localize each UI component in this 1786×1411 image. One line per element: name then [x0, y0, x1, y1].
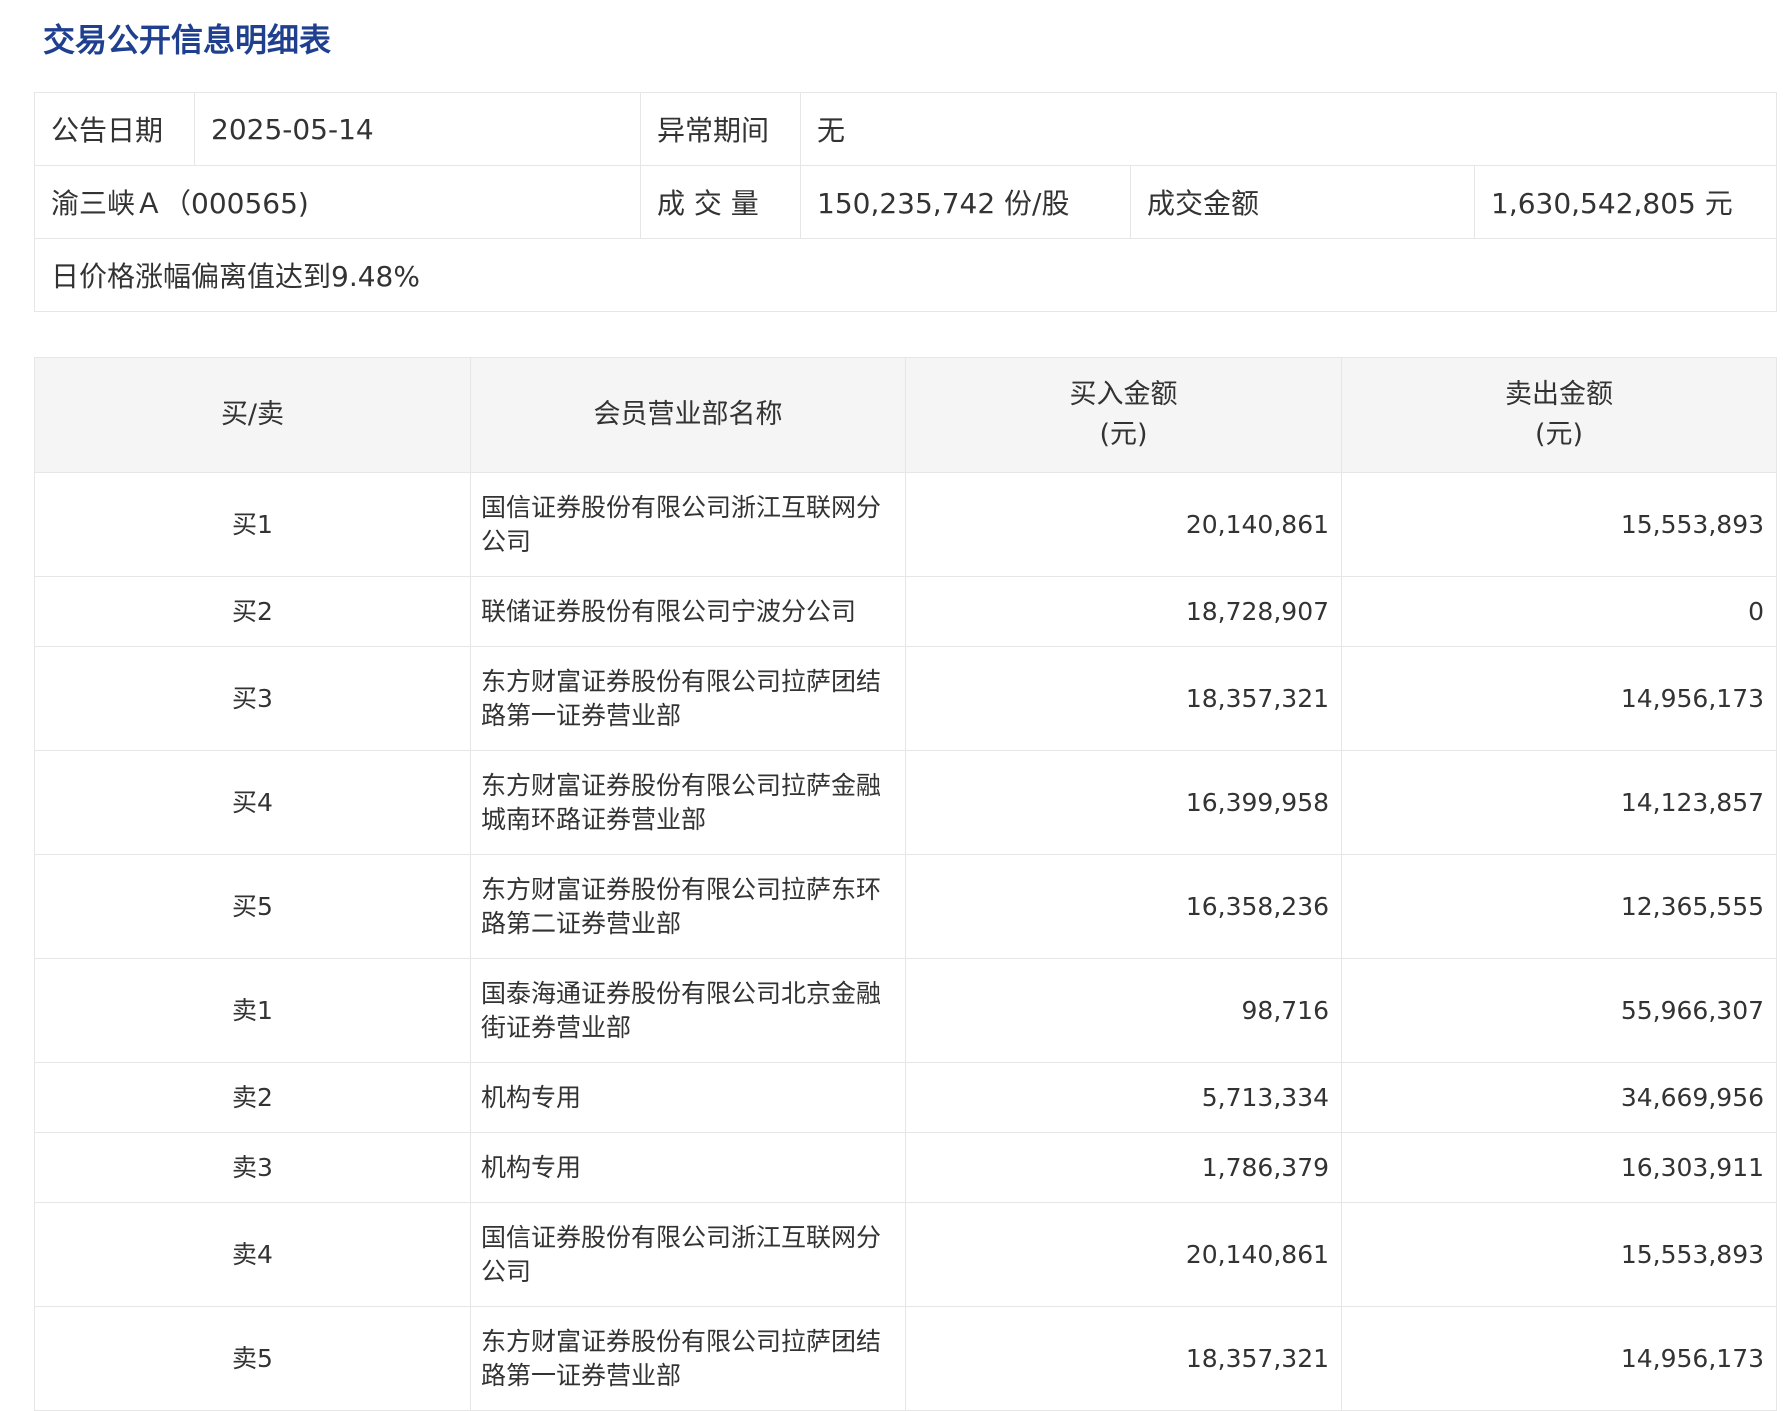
table-row: 买5 东方财富证券股份有限公司拉萨东环路第二证券营业部 16,358,236 1…: [34, 854, 1777, 959]
row-member-name: 机构专用: [470, 1062, 906, 1133]
table-row: 卖5 东方财富证券股份有限公司拉萨团结路第一证券营业部 18,357,321 1…: [34, 1306, 1777, 1411]
row-buy-amount: 20,140,861: [905, 472, 1342, 577]
row-side: 买5: [34, 854, 471, 959]
amount-value: 1,630,542,805 元: [1473, 165, 1778, 239]
row-buy-amount: 16,358,236: [905, 854, 1342, 959]
row-member-name: 东方财富证券股份有限公司拉萨团结路第一证券营业部: [470, 646, 906, 751]
trade-detail-table: 买/卖 会员营业部名称 买入金额 (元) 卖出金额 (元) 买1 国信证券股份有…: [34, 357, 1777, 1411]
row-buy-amount: 18,728,907: [905, 576, 1342, 647]
header-sell-amount-unit: (元): [1534, 419, 1584, 450]
table-row: 买2 联储证券股份有限公司宁波分公司 18,728,907 0: [34, 576, 1777, 647]
row-member-name: 国信证券股份有限公司浙江互联网分公司: [470, 472, 906, 577]
table-row: 卖2 机构专用 5,713,334 34,669,956: [34, 1062, 1777, 1133]
row-buy-amount: 18,357,321: [905, 1306, 1342, 1411]
abnormal-period-label: 异常期间: [640, 92, 801, 166]
row-side: 卖1: [34, 958, 471, 1063]
row-side: 买1: [34, 472, 471, 577]
row-buy-amount: 98,716: [905, 958, 1342, 1063]
table-row: 买4 东方财富证券股份有限公司拉萨金融城南环路证券营业部 16,399,958 …: [34, 750, 1777, 855]
row-side: 买4: [34, 750, 471, 855]
header-buy-amount-title: 买入金额: [1069, 379, 1178, 410]
row-buy-amount: 20,140,861: [905, 1202, 1342, 1307]
row-side: 卖4: [34, 1202, 471, 1307]
row-sell-amount: 0: [1341, 576, 1777, 647]
table-row: 卖3 机构专用 1,786,379 16,303,911: [34, 1132, 1777, 1203]
row-sell-amount: 15,553,893: [1341, 472, 1777, 577]
header-side: 买/卖: [34, 357, 471, 473]
table-row: 买1 国信证券股份有限公司浙江互联网分公司 20,140,861 15,553,…: [34, 472, 1777, 577]
table-row: 买3 东方财富证券股份有限公司拉萨团结路第一证券营业部 18,357,321 1…: [34, 646, 1777, 751]
row-member-name: 东方财富证券股份有限公司拉萨团结路第一证券营业部: [470, 1306, 906, 1411]
row-side: 卖3: [34, 1132, 471, 1203]
table-row: 卖4 国信证券股份有限公司浙江互联网分公司 20,140,861 15,553,…: [34, 1202, 1777, 1307]
table-header-row: 买/卖 会员营业部名称 买入金额 (元) 卖出金额 (元): [34, 357, 1777, 473]
row-sell-amount: 12,365,555: [1341, 854, 1777, 959]
page: 交易公开信息明细表 公告日期 2025-05-14 异常期间 无 渝三峡Ａ（00…: [0, 0, 1786, 1411]
announce-date-label: 公告日期: [34, 92, 195, 166]
header-buy-amount: 买入金额 (元): [905, 357, 1342, 473]
page-title: 交易公开信息明细表: [43, 21, 332, 59]
abnormal-period-value: 无: [799, 92, 1778, 166]
table-row: 卖1 国泰海通证券股份有限公司北京金融街证券营业部 98,716 55,966,…: [34, 958, 1777, 1063]
row-side: 卖5: [34, 1306, 471, 1411]
header-sell-amount: 卖出金额 (元): [1341, 357, 1777, 473]
row-sell-amount: 55,966,307: [1341, 958, 1777, 1063]
row-sell-amount: 14,956,173: [1341, 1306, 1777, 1411]
header-member-name: 会员营业部名称: [470, 357, 906, 473]
row-side: 买2: [34, 576, 471, 647]
info-row-reason: 日价格涨幅偏离值达到9.48%: [33, 238, 1778, 312]
row-member-name: 机构专用: [470, 1132, 906, 1203]
row-side: 卖2: [34, 1062, 471, 1133]
row-side: 买3: [34, 646, 471, 751]
amount-label: 成交金额: [1130, 165, 1475, 239]
row-member-name: 国信证券股份有限公司浙江互联网分公司: [470, 1202, 906, 1307]
announce-date-value: 2025-05-14: [194, 92, 641, 166]
header-sell-amount-title: 卖出金额: [1505, 379, 1613, 410]
row-buy-amount: 5,713,334: [905, 1062, 1342, 1133]
info-row-volume: 渝三峡Ａ（000565) 成 交 量 150,235,742 份/股 成交金额 …: [34, 165, 1778, 239]
row-member-name: 国泰海通证券股份有限公司北京金融街证券营业部: [470, 958, 906, 1063]
row-sell-amount: 14,956,173: [1341, 646, 1777, 751]
row-member-name: 东方财富证券股份有限公司拉萨东环路第二证券营业部: [470, 854, 906, 959]
row-sell-amount: 16,303,911: [1341, 1132, 1777, 1203]
row-sell-amount: 14,123,857: [1341, 750, 1777, 855]
volume-label: 成 交 量: [640, 165, 801, 239]
row-member-name: 联储证券股份有限公司宁波分公司: [470, 576, 906, 647]
stock-name: 渝三峡Ａ（000565): [34, 165, 641, 239]
reason-text: 日价格涨幅偏离值达到9.48%: [33, 238, 1778, 312]
info-row-date: 公告日期 2025-05-14 异常期间 无: [34, 92, 1778, 166]
row-buy-amount: 16,399,958: [905, 750, 1342, 855]
row-member-name: 东方财富证券股份有限公司拉萨金融城南环路证券营业部: [470, 750, 906, 855]
row-sell-amount: 15,553,893: [1341, 1202, 1777, 1307]
row-sell-amount: 34,669,956: [1341, 1062, 1777, 1133]
row-buy-amount: 18,357,321: [905, 646, 1342, 751]
info-table: 公告日期 2025-05-14 异常期间 无 渝三峡Ａ（000565) 成 交 …: [33, 92, 1778, 312]
volume-value: 150,235,742 份/股: [800, 165, 1131, 239]
header-buy-amount-unit: (元): [1099, 419, 1148, 450]
row-buy-amount: 1,786,379: [905, 1132, 1342, 1203]
